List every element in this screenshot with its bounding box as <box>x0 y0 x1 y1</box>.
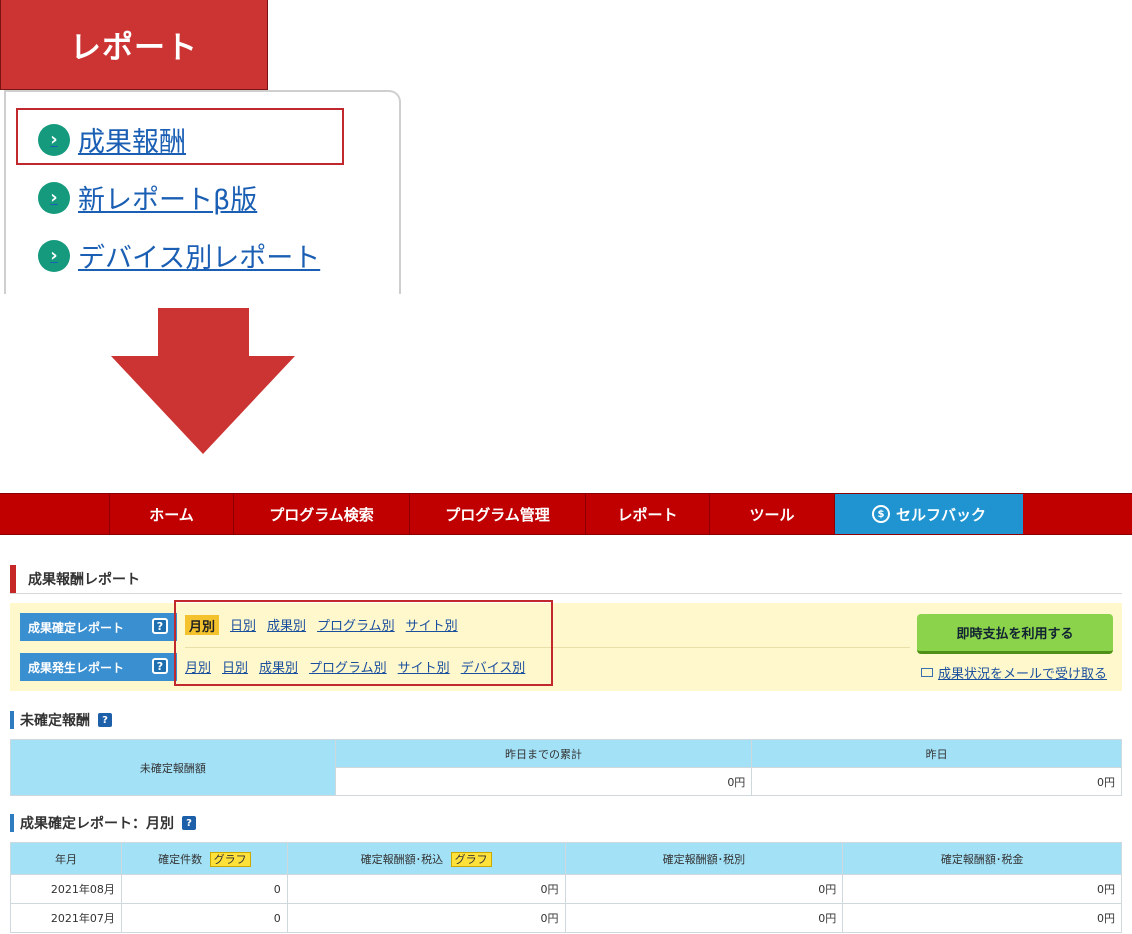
monthly-table: 年月 確定件数 グラフ 確定報酬額･税込 グラフ 確定報酬額･税別 確定報酬額･… <box>10 842 1122 933</box>
pill-label: 成果発生レポート <box>28 660 125 675</box>
mail-link-label: 成果状況をメールで受け取る <box>938 667 1108 682</box>
table-row: 2021年07月 0 0円 0円 0円 <box>10 903 1122 933</box>
nav-label: プログラム管理 <box>445 505 550 524</box>
col-yesterday: 昨日 <box>751 739 1122 768</box>
pill-label: 成果確定レポート <box>28 620 125 635</box>
nav-home[interactable]: ホーム <box>109 494 234 534</box>
nav-label: ツール <box>749 505 795 524</box>
cell-month: 2021年08月 <box>10 874 122 904</box>
help-icon[interactable]: ? <box>152 618 168 634</box>
col-count-label: 確定件数 <box>158 852 203 866</box>
report-tab[interactable]: レポート <box>0 0 268 90</box>
graph-button[interactable]: グラフ <box>450 851 492 867</box>
page-title-row: 成果報酬レポート <box>10 564 1122 594</box>
help-icon[interactable]: ? <box>98 713 112 727</box>
cell-tax: 0円 <box>842 903 1122 933</box>
monthly-title: 成果確定レポート：月別 <box>20 816 174 832</box>
unconfirmed-title: 未確定報酬 <box>20 713 90 729</box>
cell-incl: 0円 <box>286 874 566 904</box>
chevron-right-icon: › <box>38 239 70 272</box>
col-excl-tax: 確定報酬額･税別 <box>564 842 844 875</box>
menu-item-label: 新レポートβ版 <box>78 185 258 216</box>
help-icon[interactable]: ? <box>152 658 168 674</box>
cell-count: 0 <box>120 903 288 933</box>
nav-program-manage[interactable]: プログラム管理 <box>410 494 586 534</box>
page-title: 成果報酬レポート <box>28 571 140 588</box>
col-month: 年月 <box>10 842 122 875</box>
chevron-right-icon: › <box>38 181 70 214</box>
unconfirmed-row-label: 未確定報酬額 <box>10 739 336 796</box>
nav-label: レポート <box>617 505 678 524</box>
mail-icon <box>921 668 933 677</box>
cumulative-value: 0円 <box>334 767 753 796</box>
nav-report[interactable]: レポート <box>586 494 710 534</box>
cell-month: 2021年07月 <box>10 903 122 933</box>
down-arrow-icon <box>158 308 249 358</box>
nav-label: セルフバック <box>895 505 986 524</box>
col-count: 確定件数 グラフ <box>120 842 288 875</box>
highlight-box <box>16 108 344 165</box>
col-incl-tax-label: 確定報酬額･税込 <box>360 852 444 866</box>
cell-excl: 0円 <box>564 903 844 933</box>
yesterday-value: 0円 <box>751 767 1122 796</box>
table-row: 2021年08月 0 0円 0円 0円 <box>10 874 1122 904</box>
nav-self-back[interactable]: $ セルフバック <box>835 494 1023 534</box>
menu-item-label: デバイス別レポート <box>78 243 321 274</box>
monthly-heading: 成果確定レポート：月別 ? <box>10 813 196 833</box>
occurred-report-label: 成果発生レポート ? <box>20 653 177 681</box>
cell-count: 0 <box>120 874 288 904</box>
highlight-box <box>174 600 553 686</box>
nav-label: ホーム <box>149 505 194 524</box>
cell-incl: 0円 <box>286 903 566 933</box>
menu-item-new-report-beta[interactable]: › 新レポートβ版 <box>38 178 257 217</box>
nav-tools[interactable]: ツール <box>710 494 835 534</box>
col-incl-tax: 確定報酬額･税込 グラフ <box>286 842 566 875</box>
cell-excl: 0円 <box>564 874 844 904</box>
col-tax: 確定報酬額･税金 <box>842 842 1122 875</box>
nav-program-search[interactable]: プログラム検索 <box>234 494 410 534</box>
report-tab-label: レポート <box>70 30 198 66</box>
help-icon[interactable]: ? <box>182 816 196 830</box>
heading-accent-bar <box>10 711 14 729</box>
down-arrow-icon-head <box>111 356 295 454</box>
menu-item-device-report[interactable]: › デバイス別レポート <box>38 236 320 275</box>
nav-label: プログラム検索 <box>269 505 374 524</box>
mail-notification-link[interactable]: 成果状況をメールで受け取る <box>921 663 1107 682</box>
self-back-icon: $ <box>871 505 890 523</box>
cell-tax: 0円 <box>842 874 1122 904</box>
instant-pay-button[interactable]: 即時支払を利用する <box>917 614 1113 654</box>
col-cumulative: 昨日までの累計 <box>334 739 753 768</box>
main-nav: ホーム プログラム検索 プログラム管理 レポート ツール $ セルフバック <box>0 493 1132 535</box>
unconfirmed-table: 未確定報酬額 昨日までの累計 昨日 0円 0円 <box>10 739 1122 796</box>
title-accent-bar <box>10 564 16 593</box>
heading-accent-bar <box>10 814 14 832</box>
unconfirmed-heading: 未確定報酬 ? <box>10 710 112 730</box>
confirmed-report-label: 成果確定レポート ? <box>20 613 177 641</box>
graph-button[interactable]: グラフ <box>209 851 251 867</box>
